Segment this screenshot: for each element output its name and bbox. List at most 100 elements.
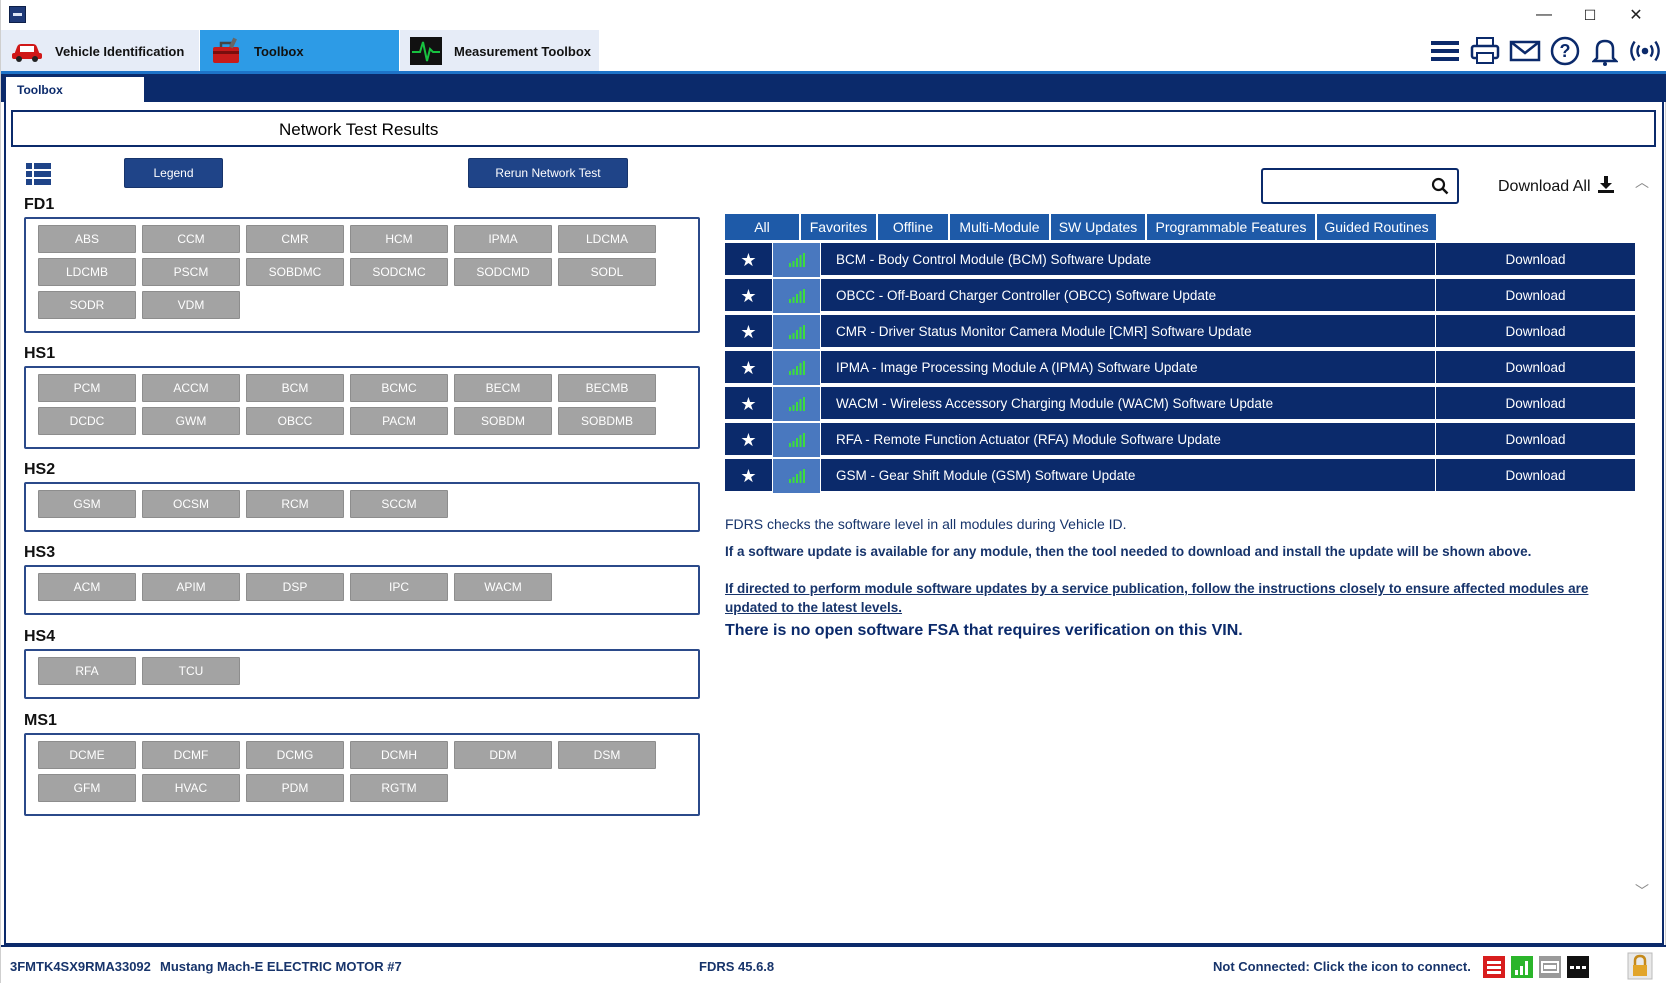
filter-tab-guided-routines[interactable]: Guided Routines [1317, 214, 1437, 240]
update-name[interactable]: OBCC - Off-Board Charger Controller (OBC… [836, 279, 1216, 313]
vci-disconnected-icon[interactable] [1482, 955, 1506, 979]
download-button[interactable]: Download [1435, 279, 1635, 313]
module-button-pacm[interactable]: PACM [350, 407, 448, 435]
module-button-dcmh[interactable]: DCMH [350, 741, 448, 769]
download-button[interactable]: Download [1435, 315, 1635, 349]
favorite-star-icon[interactable]: ★ [725, 351, 773, 385]
module-button-ldcma[interactable]: LDCMA [558, 225, 656, 253]
module-button-dcme[interactable]: DCME [38, 741, 136, 769]
print-icon[interactable] [1469, 35, 1501, 67]
download-all-button[interactable]: Download All [1498, 175, 1615, 198]
favorite-star-icon[interactable]: ★ [725, 387, 773, 421]
tab-vehicle-identification[interactable]: Vehicle Identification [1, 30, 199, 72]
module-button-tcu[interactable]: TCU [142, 657, 240, 685]
favorite-star-icon[interactable]: ★ [725, 243, 773, 277]
module-button-sodr[interactable]: SODR [38, 291, 136, 319]
module-button-gfm[interactable]: GFM [38, 774, 136, 802]
filter-tab-sw-updates[interactable]: SW Updates [1051, 214, 1146, 240]
search-input[interactable] [1269, 174, 1419, 198]
search-icon[interactable] [1431, 177, 1449, 195]
module-button-ddm[interactable]: DDM [454, 741, 552, 769]
module-button-sodcmc[interactable]: SODCMC [350, 258, 448, 286]
module-button-dsp[interactable]: DSP [246, 573, 344, 601]
module-button-gsm[interactable]: GSM [38, 490, 136, 518]
download-button[interactable]: Download [1435, 459, 1635, 493]
mail-icon[interactable] [1509, 35, 1541, 67]
favorite-star-icon[interactable]: ★ [725, 315, 773, 349]
favorite-star-icon[interactable]: ★ [725, 423, 773, 457]
maximize-button[interactable]: ☐ [1567, 0, 1613, 30]
module-button-sccm[interactable]: SCCM [350, 490, 448, 518]
scroll-down-arrow[interactable]: ﹀ [1635, 881, 1649, 901]
link-status-icon[interactable] [1566, 955, 1590, 979]
lock-icon[interactable] [1627, 952, 1653, 980]
download-button[interactable]: Download [1435, 423, 1635, 457]
module-button-becm[interactable]: BECM [454, 374, 552, 402]
filter-tab-favorites[interactable]: Favorites [801, 214, 877, 240]
module-button-apim[interactable]: APIM [142, 573, 240, 601]
list-view-icon[interactable] [26, 163, 51, 185]
update-name[interactable]: IPMA - Image Processing Module A (IPMA) … [836, 351, 1198, 385]
module-button-obcc[interactable]: OBCC [246, 407, 344, 435]
module-button-cmr[interactable]: CMR [246, 225, 344, 253]
update-name[interactable]: BCM - Body Control Module (BCM) Software… [836, 243, 1151, 277]
update-name[interactable]: GSM - Gear Shift Module (GSM) Software U… [836, 459, 1135, 493]
module-button-pdm[interactable]: PDM [246, 774, 344, 802]
tab-measurement-toolbox[interactable]: Measurement Toolbox [400, 30, 599, 72]
signal-strength-icon[interactable] [1510, 955, 1534, 979]
legend-button[interactable]: Legend [124, 158, 223, 188]
module-button-acm[interactable]: ACM [38, 573, 136, 601]
rerun-network-test-button[interactable]: Rerun Network Test [468, 158, 628, 188]
module-button-vdm[interactable]: VDM [142, 291, 240, 319]
module-button-becmb[interactable]: BECMB [558, 374, 656, 402]
download-button[interactable]: Download [1435, 351, 1635, 385]
filter-tab-programmable-features[interactable]: Programmable Features [1147, 214, 1316, 240]
module-button-hvac[interactable]: HVAC [142, 774, 240, 802]
module-button-sobdmb[interactable]: SOBDMB [558, 407, 656, 435]
module-button-wacm[interactable]: WACM [454, 573, 552, 601]
search-box[interactable] [1261, 168, 1459, 204]
subtab-toolbox[interactable]: Toolbox [6, 77, 144, 102]
update-name[interactable]: CMR - Driver Status Monitor Camera Modul… [836, 315, 1252, 349]
bell-icon[interactable] [1589, 35, 1621, 67]
module-button-ipc[interactable]: IPC [350, 573, 448, 601]
module-button-ocsm[interactable]: OCSM [142, 490, 240, 518]
service-publication-link[interactable]: If directed to perform module software u… [725, 579, 1635, 617]
close-button[interactable]: ✕ [1613, 0, 1659, 30]
help-icon[interactable]: ? [1549, 35, 1581, 67]
module-button-dcmf[interactable]: DCMF [142, 741, 240, 769]
module-button-sodcmd[interactable]: SODCMD [454, 258, 552, 286]
module-button-ldcmb[interactable]: LDCMB [38, 258, 136, 286]
module-button-rgtm[interactable]: RGTM [350, 774, 448, 802]
module-button-bcmc[interactable]: BCMC [350, 374, 448, 402]
module-button-dcmg[interactable]: DCMG [246, 741, 344, 769]
favorite-star-icon[interactable]: ★ [725, 279, 773, 313]
connection-icon[interactable] [1629, 35, 1661, 67]
favorite-star-icon[interactable]: ★ [725, 459, 773, 493]
battery-icon[interactable] [1538, 955, 1562, 979]
module-button-abs[interactable]: ABS [38, 225, 136, 253]
filter-tab-all[interactable]: All [725, 214, 800, 240]
connection-status-text[interactable]: Not Connected: Click the icon to connect… [1213, 959, 1471, 974]
filter-tab-multi-module[interactable]: Multi-Module [950, 214, 1050, 240]
module-button-ipma[interactable]: IPMA [454, 225, 552, 253]
download-button[interactable]: Download [1435, 387, 1635, 421]
update-name[interactable]: RFA - Remote Function Actuator (RFA) Mod… [836, 423, 1221, 457]
module-button-sobdmc[interactable]: SOBDMC [246, 258, 344, 286]
filter-tab-offline[interactable]: Offline [878, 214, 949, 240]
module-button-accm[interactable]: ACCM [142, 374, 240, 402]
tab-toolbox[interactable]: Toolbox [200, 30, 399, 72]
menu-icon[interactable] [1429, 35, 1461, 67]
scroll-up-arrow[interactable]: ︿ [1635, 172, 1649, 192]
module-button-hcm[interactable]: HCM [350, 225, 448, 253]
module-button-rcm[interactable]: RCM [246, 490, 344, 518]
module-button-sodl[interactable]: SODL [558, 258, 656, 286]
minimize-button[interactable]: — [1521, 0, 1567, 30]
download-button[interactable]: Download [1435, 243, 1635, 277]
module-button-dsm[interactable]: DSM [558, 741, 656, 769]
module-button-sobdm[interactable]: SOBDM [454, 407, 552, 435]
module-button-rfa[interactable]: RFA [38, 657, 136, 685]
module-button-pcm[interactable]: PCM [38, 374, 136, 402]
module-button-bcm[interactable]: BCM [246, 374, 344, 402]
update-name[interactable]: WACM - Wireless Accessory Charging Modul… [836, 387, 1273, 421]
